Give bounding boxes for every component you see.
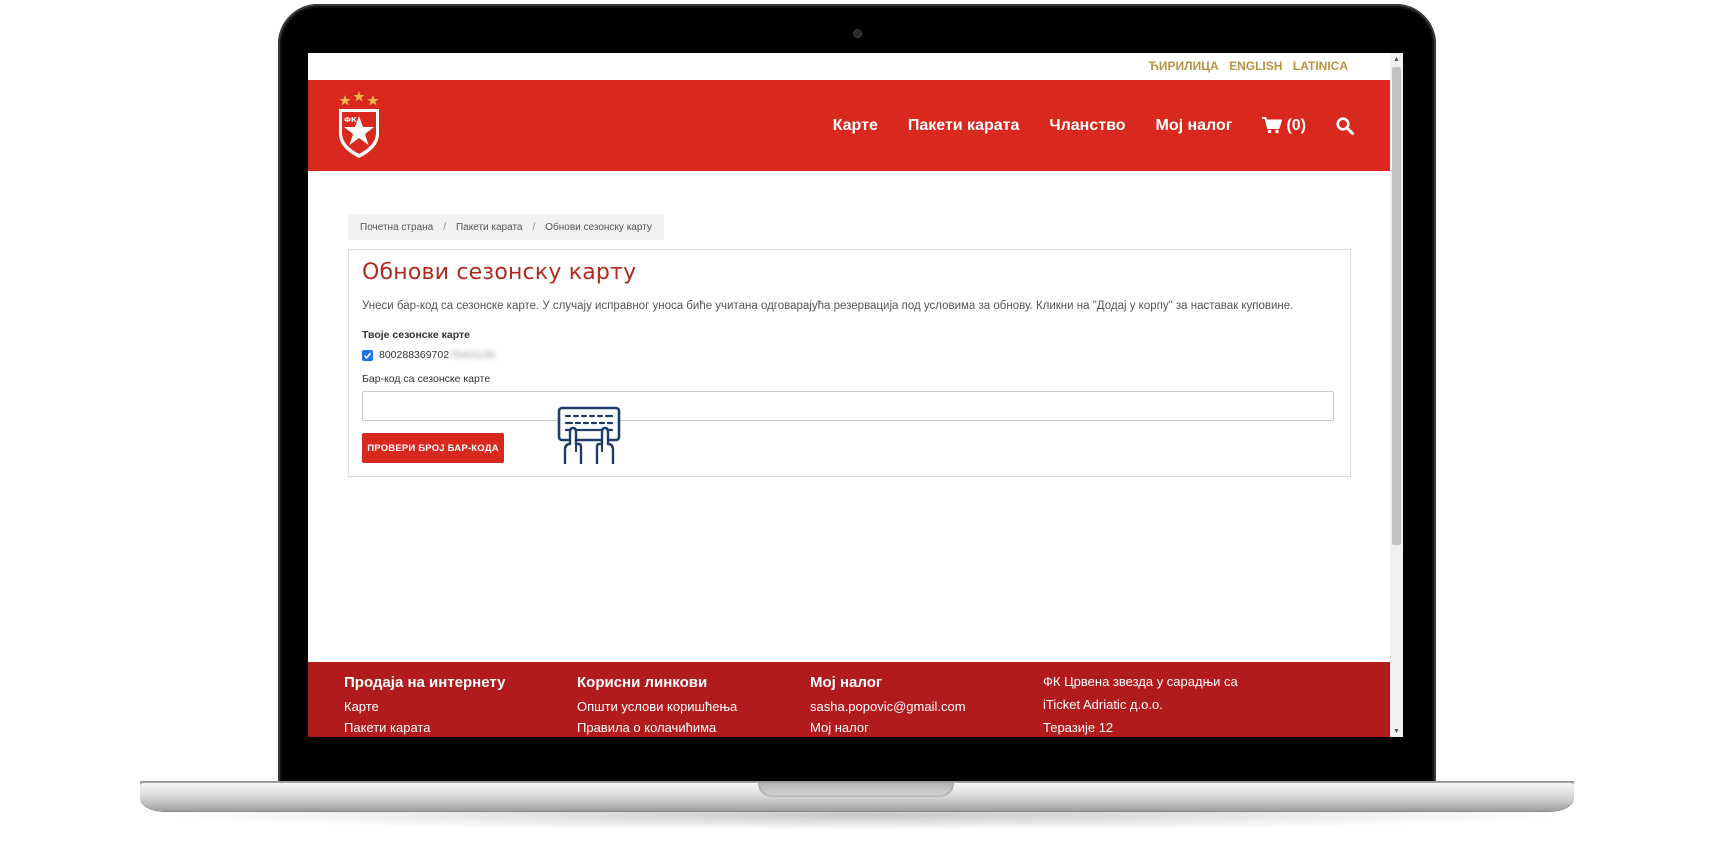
scroll-down-arrow-icon[interactable]: ▼: [1390, 725, 1403, 737]
nav-membership[interactable]: Чланство: [1049, 117, 1125, 135]
main-navbar: ФК Карте Пакети карата Чланство Мој нало…: [308, 80, 1390, 171]
breadcrumb: Почетна страна / Пакети карата / Обнови …: [348, 214, 664, 240]
club-logo[interactable]: ФК: [336, 90, 382, 160]
barcode-label: Бар-код са сезонске карте: [362, 373, 491, 385]
language-bar: ЋИРИЛИЦА ENGLISH LATINICA: [308, 53, 1390, 80]
footer-company-line: iTicket Adriatic д.о.о.: [1043, 697, 1163, 712]
search-button[interactable]: [1336, 116, 1354, 135]
footer-heading: Продаја на интернету: [344, 674, 506, 691]
barcode-input[interactable]: [362, 391, 1334, 421]
page-description: Унеси бар-код са сезонске карте. У случа…: [362, 300, 1294, 312]
laptop-opening-notch: [758, 783, 954, 797]
footer-col-online-sales: Продаја на интернету Карте Пакети карата: [344, 674, 505, 737]
footer-company-line: ФК Црвена звезда у сарадњи са: [1043, 674, 1238, 689]
page-title: Обнови сезонску карту: [362, 260, 637, 285]
scrollbar-thumb[interactable]: [1392, 67, 1401, 545]
season-ticket-barcode-hidden: 75401135: [449, 349, 496, 361]
nav-ticket-packages[interactable]: Пакети карата: [908, 117, 1020, 135]
keyboard-typing-icon: [557, 406, 621, 464]
scroll-up-arrow-icon[interactable]: ▲: [1390, 53, 1403, 65]
check-barcode-button[interactable]: ПРОВЕРИ БРОЈ БАР-КОДА: [362, 433, 504, 463]
footer-link-cookies[interactable]: Правила о колачићима: [577, 720, 737, 735]
footer-col-my-account: Мој налог sasha.popovic@gmail.com Мој на…: [810, 674, 966, 737]
breadcrumb-separator: /: [532, 221, 536, 233]
lang-cyrillic-link[interactable]: ЋИРИЛИЦА: [1148, 53, 1218, 80]
breadcrumb-current: Обнови сезонску карту: [545, 221, 652, 233]
footer-link-ticket-packages[interactable]: Пакети карата: [344, 720, 505, 735]
lang-latinica-link[interactable]: LATINICA: [1293, 53, 1348, 80]
svg-text:ФК: ФК: [344, 116, 357, 124]
season-ticket-barcode: 800288369702: [379, 349, 450, 361]
breadcrumb-separator: /: [443, 221, 446, 233]
lang-english-link[interactable]: ENGLISH: [1229, 53, 1282, 80]
screen: ЋИРИЛИЦА ENGLISH LATINICA ФК Карте Пакет…: [308, 53, 1403, 737]
footer-link-tickets[interactable]: Карте: [344, 699, 505, 714]
season-ticket-item: 800288369702 75401135: [362, 349, 495, 361]
page-scrollbar[interactable]: ▲ ▼: [1390, 53, 1403, 737]
footer-link-my-account[interactable]: Мој налог: [810, 720, 966, 735]
breadcrumb-home[interactable]: Почетна страна: [360, 222, 433, 233]
cart-button[interactable]: (0): [1262, 117, 1306, 135]
cart-count: (0): [1286, 116, 1306, 134]
footer-company-line: Теразије 12: [1043, 720, 1114, 735]
nav-menu: Карте Пакети карата Чланство Мој налог (…: [803, 80, 1354, 171]
season-tickets-label: Твоје сезонске карте: [362, 329, 471, 341]
site-footer: Продаја на интернету Карте Пакети карата…: [308, 662, 1390, 737]
footer-link-terms[interactable]: Општи услови коришћења: [577, 699, 737, 714]
breadcrumb-ticket-packages[interactable]: Пакети карата: [456, 222, 523, 233]
webcam: [854, 30, 861, 37]
footer-heading: Мој налог: [810, 674, 883, 691]
web-page: ЋИРИЛИЦА ENGLISH LATINICA ФК Карте Пакет…: [308, 53, 1390, 737]
checkmark-icon: [363, 352, 372, 359]
shopping-cart-icon: [1262, 117, 1283, 134]
footer-col-company: ФК Црвена звезда у сарадњи са iTicket Ad…: [1043, 674, 1238, 737]
nav-tickets[interactable]: Карте: [833, 117, 878, 135]
season-ticket-checkbox[interactable]: [362, 349, 373, 361]
search-icon: [1336, 116, 1354, 135]
renew-season-ticket-panel: Обнови сезонску карту Унеси бар-код са с…: [348, 249, 1351, 477]
nav-my-account[interactable]: Мој налог: [1155, 117, 1232, 135]
footer-link-email[interactable]: sasha.popovic@gmail.com: [810, 699, 966, 714]
footer-heading: Корисни линкови: [577, 674, 708, 691]
footer-col-useful-links: Корисни линкови Општи услови коришћења П…: [577, 674, 737, 737]
